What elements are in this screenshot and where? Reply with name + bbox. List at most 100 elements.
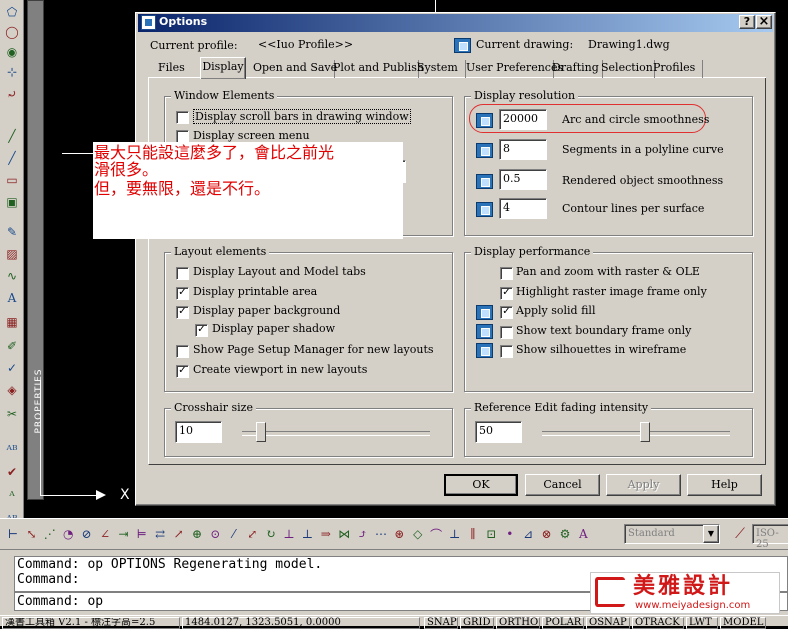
quick-dim-icon[interactable]: ⇥	[114, 524, 132, 544]
radius-dim-icon[interactable]: ◔	[59, 524, 77, 544]
paint-icon[interactable]: ✐	[2, 336, 22, 356]
pan-zoom-checkbox[interactable]	[500, 267, 513, 280]
properties-tool-icon[interactable]: ✂	[2, 404, 22, 424]
dim-text-edit-icon[interactable]: ⤢	[243, 524, 261, 544]
center-mark-icon[interactable]: ⊙	[206, 524, 224, 544]
cancel-button[interactable]: Cancel	[525, 474, 600, 496]
dim-style-dropdown[interactable]: Standard ▼	[624, 524, 720, 544]
ordinate-dim-icon[interactable]: ⋰	[41, 524, 59, 544]
solid-fill-checkbox[interactable]: ✓	[500, 306, 513, 319]
osnap-insert-icon[interactable]: ⊡	[482, 524, 500, 544]
osnap-parallel-icon[interactable]: ∥	[464, 524, 482, 544]
attribute-icon[interactable]: ✓	[2, 358, 22, 378]
tab-plot-and-publish[interactable]: Plot and Publish	[330, 60, 424, 78]
paper-background-checkbox[interactable]: ✓	[176, 306, 189, 319]
status-grid[interactable]: GRID	[460, 617, 494, 629]
tolerance-icon[interactable]: ⊕	[188, 524, 206, 544]
osnap-center-icon[interactable]: ⊛	[390, 524, 408, 544]
hatch-icon[interactable]: ▨	[2, 244, 22, 264]
aligned-dim-icon[interactable]: ⤡	[22, 524, 40, 544]
font-icon[interactable]: ᴬ	[2, 486, 22, 506]
status-polar[interactable]: POLAR	[542, 617, 584, 629]
spell-icon[interactable]: ✔	[2, 462, 22, 482]
iso-dropdown[interactable]: ISO-25	[752, 524, 788, 550]
highlight-raster-checkbox[interactable]: ✓	[500, 287, 513, 300]
tab-profiles[interactable]: Profiles	[650, 60, 703, 78]
chevron-down-icon[interactable]: ▼	[703, 525, 719, 543]
xref-fade-slider-thumb[interactable]	[639, 422, 650, 442]
crosshair-input[interactable]: 10	[175, 421, 222, 443]
tab-drafting[interactable]: Drafting	[549, 60, 603, 78]
osnap-endpoint-icon[interactable]: ⊥	[298, 524, 316, 544]
printable-area-checkbox[interactable]: ✓	[176, 287, 189, 300]
circle-icon[interactable]: ◯	[2, 22, 22, 42]
diameter-dim-icon[interactable]: ⊘	[78, 524, 96, 544]
tab-display[interactable]: Display	[200, 57, 246, 79]
tab-user-preferences[interactable]: User Preferences	[463, 60, 563, 78]
dim-style-icon[interactable]: ⟋	[731, 526, 749, 542]
osnap-tangent-icon[interactable]: ⌒	[427, 524, 445, 544]
ucs-icon[interactable]: ⊥	[280, 524, 298, 544]
leader-icon[interactable]: ↗	[170, 524, 188, 544]
text-icon[interactable]: A	[2, 288, 22, 308]
status-osnap[interactable]: OSNAP	[586, 617, 630, 629]
rendered-smoothness-input[interactable]: 0.5	[499, 169, 547, 190]
status-ortho[interactable]: ORTHO	[496, 617, 540, 629]
page-setup-checkbox[interactable]	[176, 345, 189, 358]
paper-shadow-checkbox[interactable]: ✓	[195, 324, 208, 337]
polygon-icon[interactable]: ⬠	[2, 2, 22, 22]
linear-dim-icon[interactable]: ⊢	[4, 524, 22, 544]
osnap-apparent-icon[interactable]: ⤴	[354, 524, 372, 544]
tab-selection[interactable]: Selection	[598, 60, 655, 78]
status-lwt[interactable]: LWT	[686, 617, 718, 629]
scroll-bars-checkbox[interactable]	[176, 111, 189, 124]
osnap-perp-icon[interactable]: ⊥	[446, 524, 464, 544]
status-model[interactable]: MODEL	[720, 617, 766, 629]
angular-dim-icon[interactable]: ∠	[96, 524, 114, 544]
rotate-icon[interactable]: ⤾	[2, 84, 22, 104]
scroll-bars-label[interactable]: Display scroll bars in drawing window	[193, 109, 411, 124]
crosshair-slider-thumb[interactable]	[256, 422, 267, 442]
dialog-title-bar[interactable]: Options ? ×	[138, 14, 773, 32]
point-icon[interactable]: ⊹	[2, 62, 22, 82]
block-icon[interactable]: ◈	[2, 380, 22, 400]
crosshair-slider-track[interactable]	[242, 431, 430, 436]
spline-icon[interactable]: ∿	[2, 266, 22, 286]
dim-edit-icon[interactable]: ⁄	[225, 524, 243, 544]
baseline-dim-icon[interactable]: ⊨	[133, 524, 151, 544]
dim-update-icon[interactable]: ↻	[262, 524, 280, 544]
properties-palette[interactable]: PROPERTIES	[27, 0, 44, 500]
create-viewport-checkbox[interactable]: ✓	[176, 365, 189, 378]
silhouettes-checkbox[interactable]	[500, 345, 513, 358]
status-snap[interactable]: SNAP	[424, 617, 458, 629]
abc-icon[interactable]: ᴬᴮ	[2, 440, 22, 460]
polyline-segments-input[interactable]: 8	[499, 139, 547, 160]
osnap-midpoint-icon[interactable]: ⇒	[317, 524, 335, 544]
xref-fade-input[interactable]: 50	[475, 421, 522, 443]
apply-button[interactable]: Apply	[606, 474, 681, 496]
text-style-icon[interactable]: A	[574, 524, 592, 544]
arc-smoothness-input[interactable]: 20000	[499, 109, 547, 130]
osnap-quadrant-icon[interactable]: ◇	[409, 524, 427, 544]
help-dialog-button[interactable]: Help	[687, 474, 762, 496]
close-button[interactable]: ×	[756, 15, 772, 29]
osnap-intersect-icon[interactable]: ⋈	[335, 524, 353, 544]
eye-icon[interactable]: ◉	[2, 42, 22, 62]
ok-button[interactable]: OK	[444, 474, 518, 496]
osnap-extension-icon[interactable]: ⋯	[372, 524, 390, 544]
text-boundary-checkbox[interactable]	[500, 326, 513, 339]
osnap-node-icon[interactable]: •	[501, 524, 519, 544]
status-otrack[interactable]: OTRACK	[632, 617, 684, 629]
osnap-settings-icon[interactable]: ⚙	[556, 524, 574, 544]
contour-lines-input[interactable]: 4	[499, 198, 547, 219]
gradient-icon[interactable]: ▦	[2, 312, 22, 332]
rectangle-icon[interactable]: ▭	[2, 170, 22, 190]
tab-system[interactable]: System	[414, 60, 466, 78]
continue-dim-icon[interactable]: ⇄	[151, 524, 169, 544]
xref-fade-slider-track[interactable]	[542, 431, 730, 436]
help-button[interactable]: ?	[739, 15, 755, 29]
pencil-icon[interactable]: ✎	[2, 222, 22, 242]
layout-tabs-checkbox[interactable]	[176, 267, 189, 280]
osnap-nearest-icon[interactable]: ⊿	[519, 524, 537, 544]
osnap-none-icon[interactable]: ⊗	[538, 524, 556, 544]
